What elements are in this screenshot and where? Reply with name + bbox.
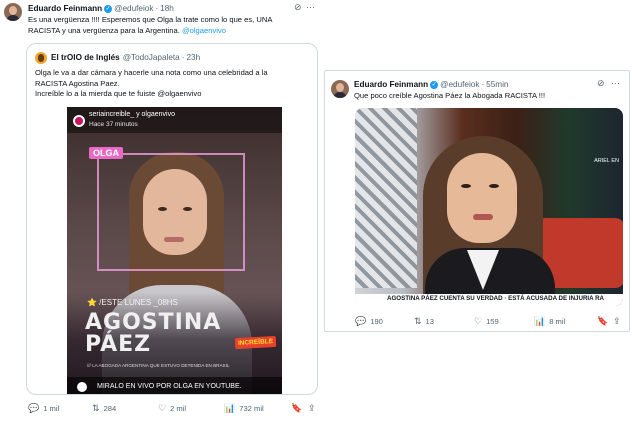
repost-button[interactable]: ⇅ 13 — [414, 316, 434, 327]
photo-eye — [489, 184, 499, 188]
verified-badge-icon: ✓ — [430, 80, 439, 89]
guest-name-caption: AGOSTINA PÁEZ — [85, 312, 221, 356]
reply-count: 190 — [370, 317, 383, 326]
schedule-caption: ⭐ /ESTE LUNES _08HS — [87, 298, 178, 307]
author-handle[interactable]: @edufeiok — [114, 4, 153, 13]
like-count: 159 — [486, 317, 499, 326]
like-icon: ♡ — [474, 316, 483, 326]
tweet-text-line-2-body: RACISTA y una vergüenza para la Argentin… — [28, 25, 182, 35]
quote-text-line-1: Olga le va a dar cámara y hacerle una no… — [35, 68, 268, 77]
like-button[interactable]: ♡ 159 — [474, 316, 499, 327]
story-account-names: seriaincreible_ y olgaenvivo — [89, 111, 175, 118]
separator: · — [155, 4, 159, 13]
verified-badge-icon: ✓ — [104, 4, 113, 13]
views-count: 8 mil — [549, 317, 566, 326]
tweet-time[interactable]: 55min — [486, 80, 508, 89]
photo-face — [447, 153, 517, 243]
like-count: 2 mil — [170, 404, 187, 413]
quote-header: El trOlO de Inglés @TodoJapaleta · 23h — [51, 53, 200, 62]
quote-media-image[interactable]: seriaincreible_ y olgaenvivo Hace 37 min… — [67, 107, 282, 394]
story-time: Hace 37 minutos — [89, 121, 138, 128]
reply-button[interactable]: 💬 1 mil — [28, 403, 59, 414]
reply-button[interactable]: 💬 190 — [355, 316, 383, 327]
quote-text: Olga le va a dar cámara y hacerle una no… — [35, 68, 315, 100]
like-icon: ♡ — [158, 403, 167, 413]
tweet-text-line-2: RACISTA y una vergüenza para la Argentin… — [28, 26, 322, 37]
photo-eye — [461, 184, 471, 188]
tweet-right[interactable]: Eduardo Feinmann ✓ @edufeiok · 55min ⊘ ·… — [324, 70, 630, 332]
corner-tag: ARIEL EN — [594, 158, 619, 164]
guest-first-name: AGOSTINA — [85, 310, 222, 335]
repost-icon: ⇅ — [414, 316, 422, 326]
guest-last-name: PÁEZ — [85, 332, 152, 357]
grok-icon[interactable]: ⊘ — [294, 2, 302, 13]
user-icon — [77, 382, 87, 392]
photo-lips — [473, 214, 493, 220]
views-icon: 📊 — [224, 403, 236, 413]
separator: · — [481, 80, 485, 89]
tweet-time[interactable]: 18h — [160, 4, 174, 13]
reply-icon: 💬 — [355, 316, 367, 326]
tweet-header: Eduardo Feinmann ✓ @edufeiok · 18h — [28, 4, 174, 13]
bookmark-icon[interactable]: 🔖 — [291, 403, 302, 414]
quoted-tweet[interactable]: El trOlO de Inglés @TodoJapaleta · 23h O… — [26, 43, 318, 395]
more-options-icon[interactable]: ··· — [611, 78, 620, 88]
tweet-text: Es una vergüenza !!!! Esperemos que Olga… — [28, 15, 322, 36]
author-avatar[interactable] — [4, 3, 22, 21]
news-ticker-text: AGOSTINA PÁEZ CUENTA SU VERDAD · ESTÁ AC… — [387, 295, 605, 302]
bookmark-icon[interactable]: 🔖 — [597, 316, 608, 327]
author-name[interactable]: Eduardo Feinmann — [28, 4, 102, 13]
author-avatar[interactable] — [331, 80, 349, 98]
story-bottom-text: MIRALO EN VIVO POR OLGA EN YOUTUBE. — [97, 383, 242, 390]
mention-link[interactable]: @olgaenvivo — [182, 26, 226, 35]
quote-author-name[interactable]: El trOlO de Inglés — [51, 53, 120, 62]
share-icon[interactable]: ⇪ — [613, 316, 621, 327]
tweet-text-line-1: Es una vergüenza !!!! Esperemos que Olga… — [28, 15, 273, 24]
lattice-background — [355, 108, 417, 288]
story-avatar-icon — [73, 115, 85, 127]
share-icon[interactable]: ⇪ — [308, 403, 316, 414]
repost-button[interactable]: ⇅ 284 — [92, 403, 116, 414]
author-name[interactable]: Eduardo Feinmann — [354, 80, 428, 89]
like-button[interactable]: ♡ 2 mil — [158, 403, 186, 414]
views-button[interactable]: 📊 732 mil — [224, 403, 264, 414]
repost-count: 13 — [425, 317, 434, 326]
tweet-left[interactable]: Eduardo Feinmann ✓ @edufeiok · 18h ⊘ ···… — [0, 0, 322, 421]
quote-text-line-3: Increíble lo a la mierda que te fuiste @… — [35, 89, 202, 98]
pink-frame — [97, 153, 245, 271]
quote-time[interactable]: 23h — [186, 53, 200, 62]
reply-count: 1 mil — [43, 404, 60, 413]
repost-count: 284 — [103, 404, 117, 413]
more-options-icon[interactable]: ··· — [306, 2, 315, 12]
show-logo: INCREÍBLE — [234, 335, 277, 350]
quote-author-handle[interactable]: @TodoJapaleta — [123, 53, 180, 62]
views-icon: 📊 — [534, 316, 546, 326]
reply-icon: 💬 — [28, 403, 40, 413]
views-button[interactable]: 📊 8 mil — [534, 316, 565, 327]
guest-subtitle: /// LA ABOGADA ARGENTINA QUE ESTUVO DETE… — [87, 363, 230, 368]
olga-tag: OLGA — [89, 147, 123, 159]
author-handle[interactable]: @edufeiok — [440, 80, 479, 89]
repost-icon: ⇅ — [92, 403, 100, 413]
views-count: 732 mil — [239, 404, 264, 413]
tweet-text: Que poco creíble Agostina Páez la Abogad… — [354, 91, 546, 100]
tweet-header: Eduardo Feinmann ✓ @edufeiok · 55min — [354, 80, 508, 89]
tweet-media-image[interactable]: ARIEL EN AGOSTINA PÁEZ CUENTA SU VERDAD … — [355, 108, 623, 306]
quote-author-avatar[interactable] — [35, 52, 47, 64]
quote-text-line-2: RACISTA Agostina Paez. — [35, 78, 120, 88]
grok-icon[interactable]: ⊘ — [597, 78, 605, 89]
separator: · — [181, 53, 185, 62]
